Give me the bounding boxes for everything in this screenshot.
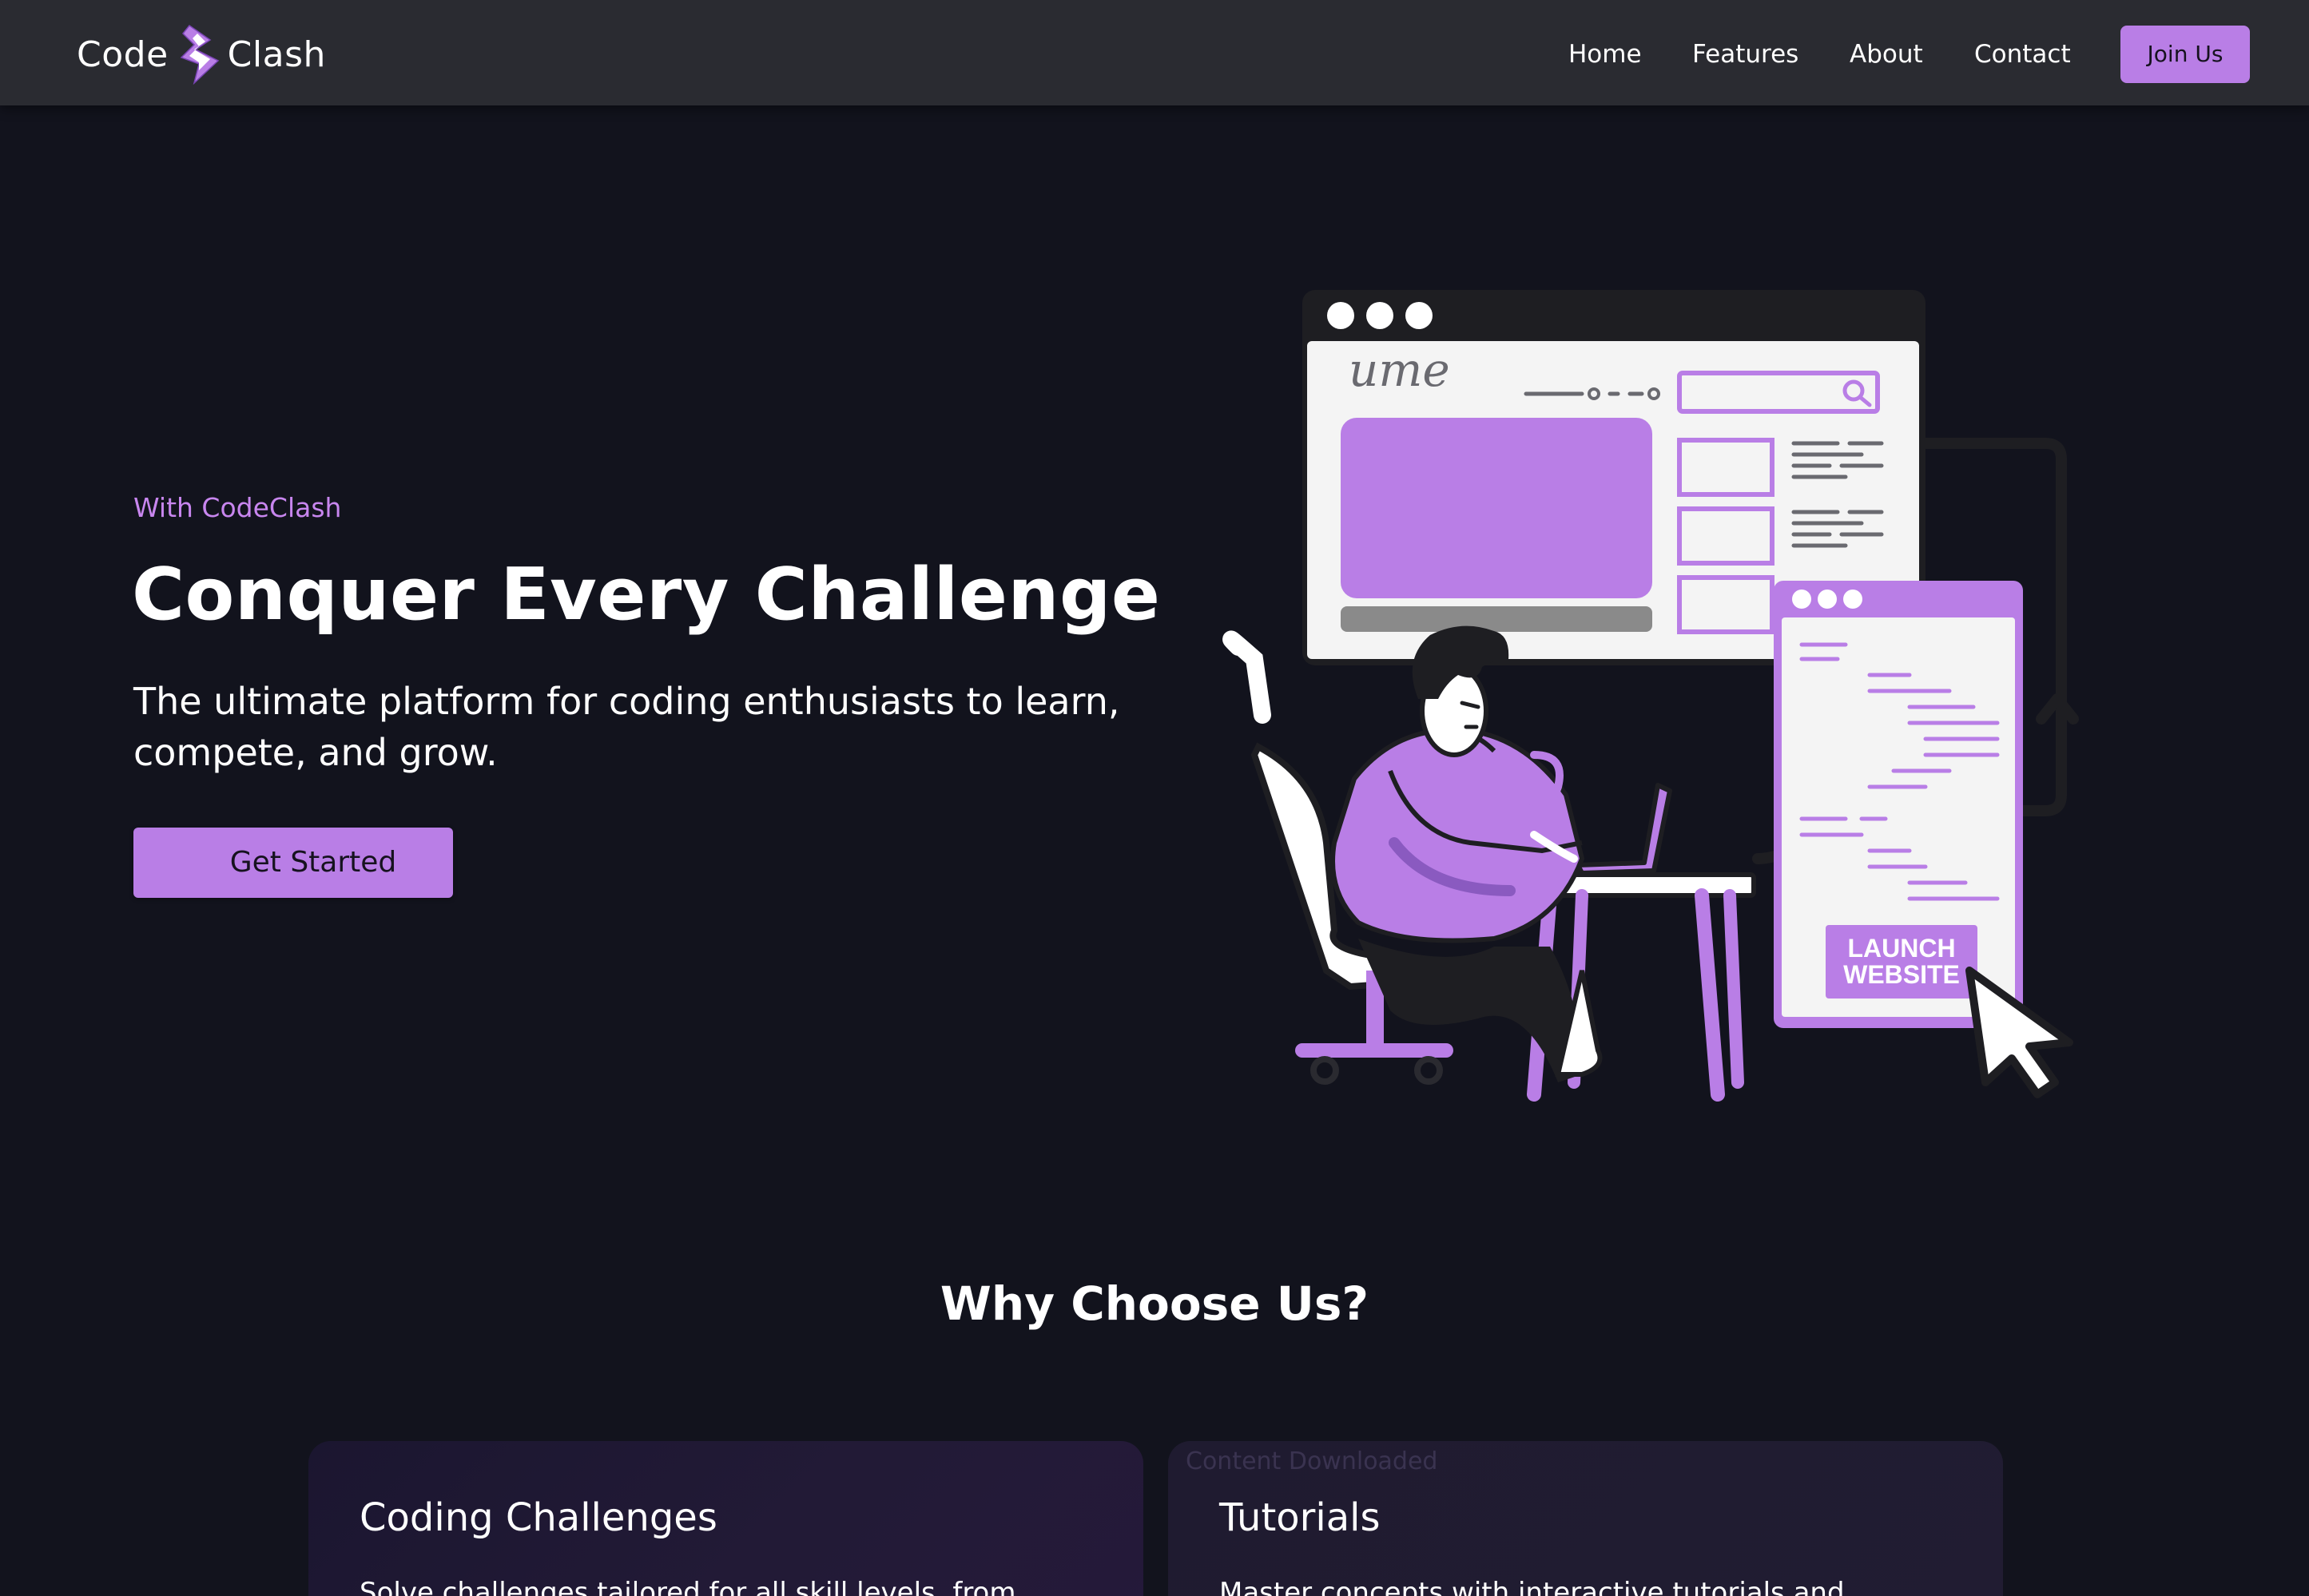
window-dot-icon (1327, 302, 1354, 329)
feature-card-description: Solve challenges tailored for all skill … (360, 1577, 1016, 1596)
developer-launching-website-illustration: ume LAUNCH WEBSITE (1222, 290, 2079, 1102)
lightning-bolt-icon (180, 24, 219, 85)
logo[interactable]: Code Clash (77, 22, 326, 86)
header-scribble: ume (1349, 343, 1450, 397)
nav-link-contact[interactable]: Contact (1974, 32, 2071, 77)
feature-card: Coding Challenges Solve challenges tailo… (308, 1441, 1143, 1596)
feature-card: Content Downloaded Tutorials Master conc… (1168, 1441, 2003, 1596)
window-dot-icon (1405, 302, 1433, 329)
hero-tagline: With CodeClash (133, 492, 342, 523)
nav-link-home[interactable]: Home (1568, 32, 1642, 77)
navbar: Code Clash Home Features About Contact J… (0, 0, 2309, 105)
feature-card-title: Tutorials (1219, 1495, 1381, 1540)
page: Code Clash Home Features About Contact J… (0, 0, 2309, 1596)
logo-text-left: Code (77, 34, 169, 75)
code-window: LAUNCH WEBSITE (1774, 581, 2023, 1028)
launch-label-line1: LAUNCH (1847, 934, 1955, 963)
section-title: Why Choose Us? (940, 1276, 1369, 1331)
content-downloaded-overlay: Content Downloaded (1186, 1447, 1438, 1475)
hero-subtitle: The ultimate platform for coding enthusi… (133, 680, 1120, 774)
nav-link-about[interactable]: About (1850, 32, 1923, 77)
nav-link-features[interactable]: Features (1692, 32, 1798, 77)
logo-text-right: Clash (227, 34, 326, 75)
join-us-button[interactable]: Join Us (2120, 26, 2250, 83)
window-dot-icon (1366, 302, 1393, 329)
hero-title: Conquer Every Challenge (132, 553, 1161, 637)
laptop (1576, 783, 1672, 875)
feature-card-title: Coding Challenges (360, 1495, 717, 1540)
get-started-button[interactable]: Get Started (133, 828, 453, 898)
launch-label-line2: WEBSITE (1843, 960, 1960, 989)
feature-card-description: Master concepts with interactive tutoria… (1219, 1577, 1845, 1596)
